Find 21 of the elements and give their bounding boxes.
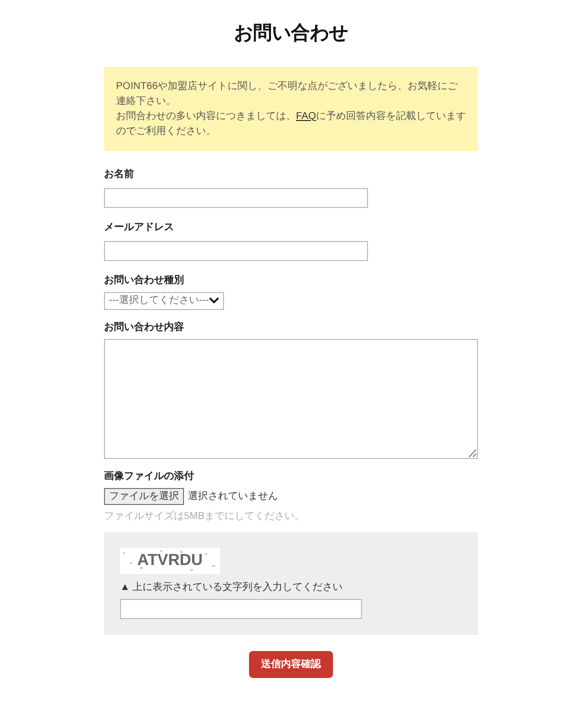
file-size-hint: ファイルサイズは5MBまでにしてください。 [104, 510, 306, 524]
faq-link[interactable]: FAQ [296, 110, 316, 122]
captcha-image: ATVRDU [120, 548, 220, 574]
page-title: お問い合わせ [234, 22, 348, 46]
file-status: 選択されていません [188, 490, 278, 504]
select-field[interactable]: ---選択してください--- [104, 292, 224, 310]
notice-text: お問合わせの多い内容につきましては、FAQに予め回答内容を記載していますのでご利用ください。 [116, 110, 466, 138]
input-field[interactable] [104, 188, 368, 208]
input-field[interactable] [104, 240, 368, 260]
captcha-input-field[interactable] [120, 598, 362, 618]
field-label: メールアドレス [104, 220, 175, 234]
field-label: お問い合わせ内容 [104, 320, 185, 334]
chevron-down-icon [208, 296, 219, 305]
field-label: お名前 [104, 168, 135, 182]
field-label: 画像ファイルの添付 [104, 470, 195, 484]
message-field[interactable] [104, 338, 478, 458]
confirm-button[interactable]: 送信内容確認 [249, 650, 333, 678]
captcha-instruction: ▲ 上に表示されている文字列を入力してください [120, 580, 344, 594]
file-choose-button[interactable]: ファイルを選択 [104, 488, 184, 504]
notice-text: POINT66や加盟店サイトに関し、ご不明な点がございましたら、お気軽にご連絡下さい。 [116, 80, 459, 108]
field-label: お問い合わせ種別 [104, 274, 185, 288]
